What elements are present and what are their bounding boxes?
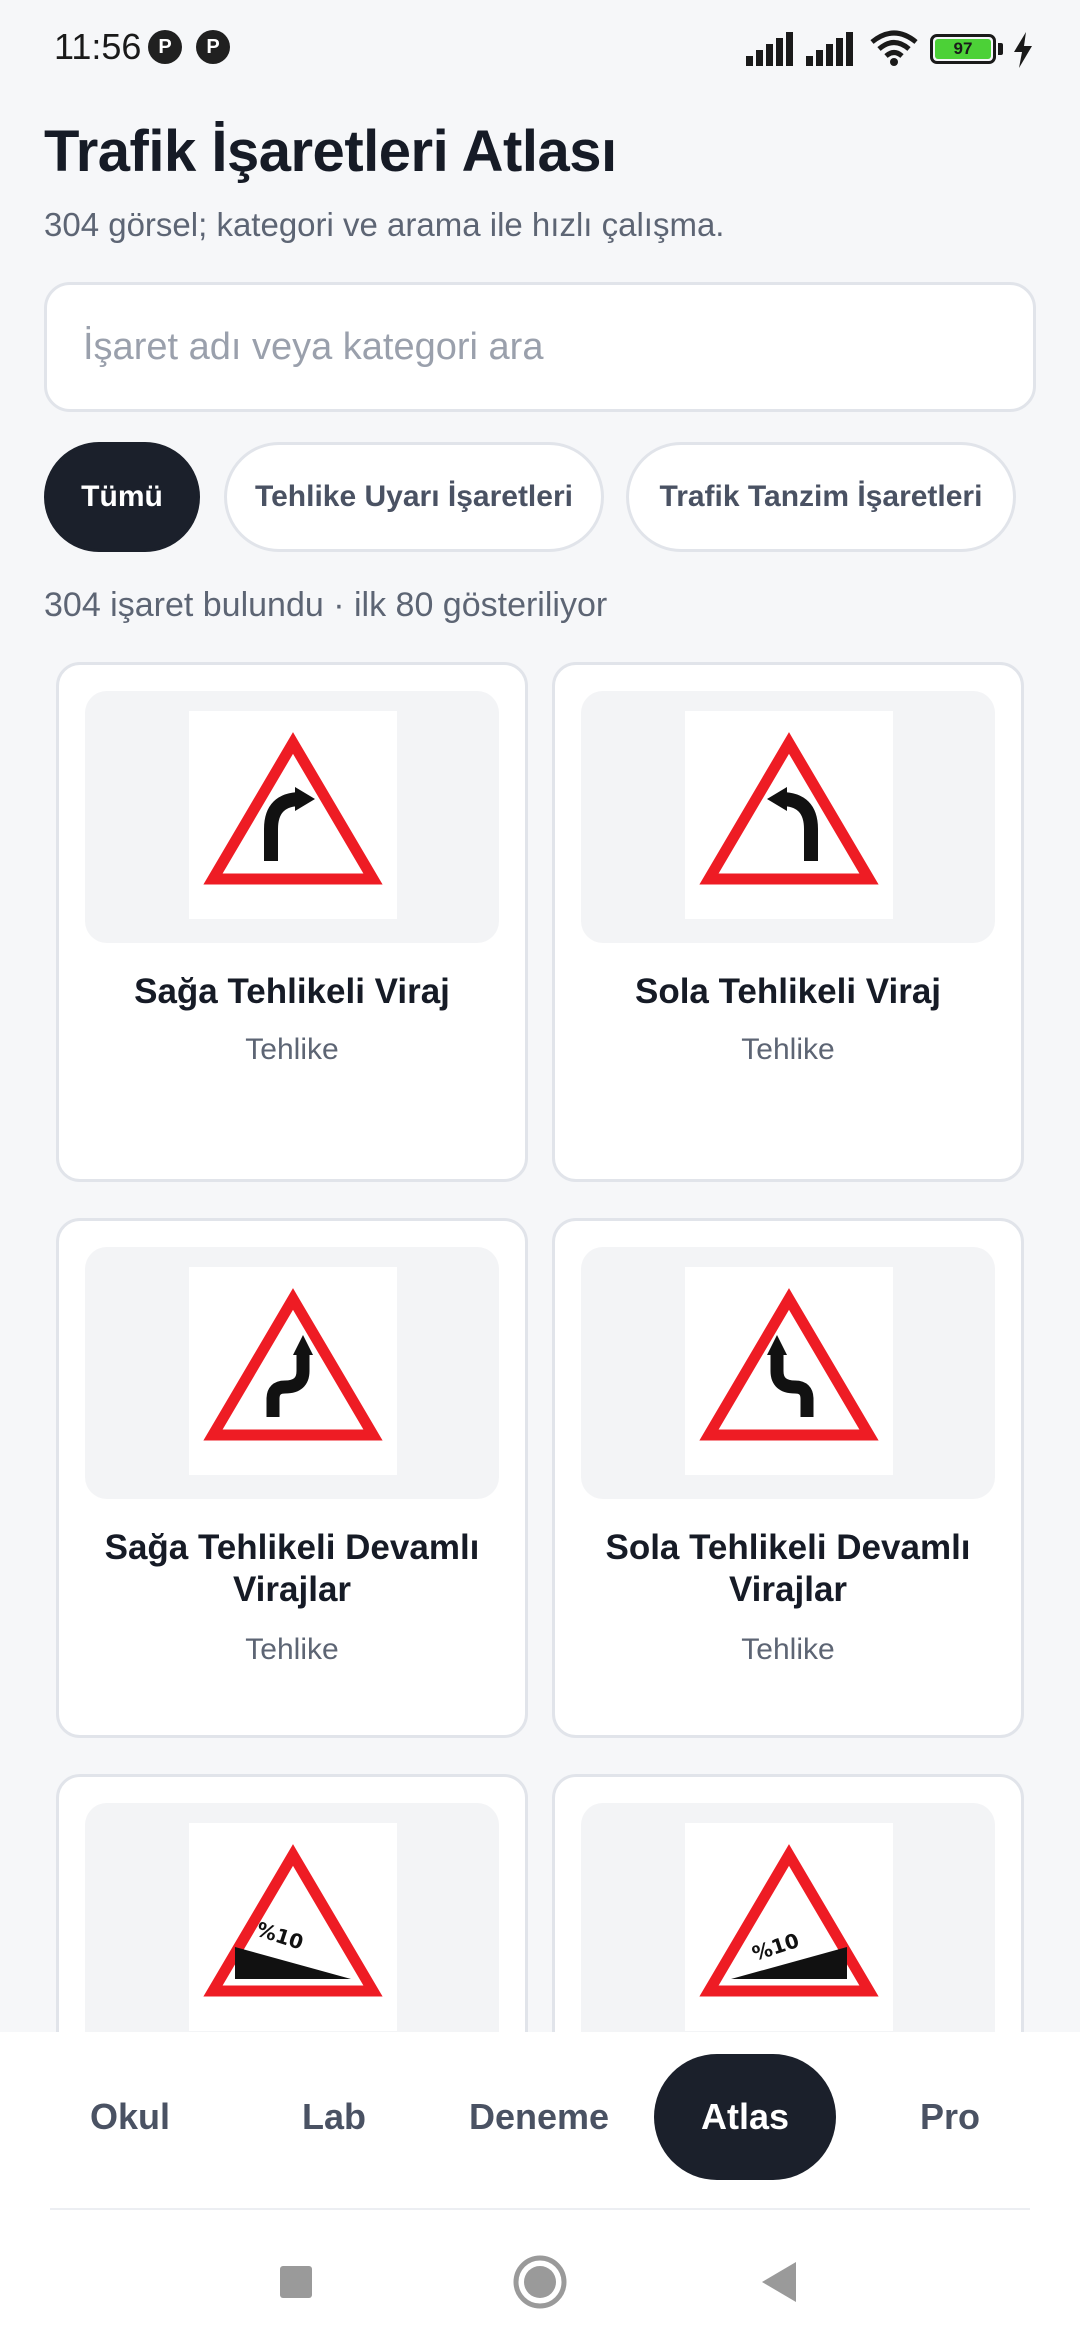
app-notification-icon: P — [196, 30, 230, 64]
tab-pro[interactable]: Pro — [880, 2054, 1020, 2180]
sign-image-frame — [581, 691, 995, 943]
sign-title: Sola Tehlikeli Devamlı Virajlar — [605, 1528, 971, 1609]
app-notification-icon: P — [148, 30, 182, 64]
back-icon[interactable] — [740, 2242, 820, 2322]
sign-grid: Sağa Tehlikeli Viraj Tehlike Sola Tehlik… — [56, 662, 1026, 2032]
sign-card[interactable]: %10 — [552, 1774, 1024, 2032]
tab-okul[interactable]: Okul — [60, 2054, 200, 2180]
sign-image-frame — [581, 1247, 995, 1499]
wifi-icon — [870, 30, 918, 66]
steep-ascent-sign-icon: %10 — [685, 1823, 893, 2031]
chip-hazard-warning[interactable]: Tehlike Uyarı İşaretleri — [224, 442, 604, 552]
tab-lab[interactable]: Lab — [264, 2054, 404, 2180]
bottom-nav: Okul Lab Deneme Atlas Pro — [0, 2032, 1080, 2340]
page-title: Trafik İşaretleri Atlası — [44, 119, 617, 184]
status-icons: 97 — [746, 28, 1036, 68]
sign-card[interactable]: Sola Tehlikeli Devamlı Virajlar Tehlike — [552, 1218, 1024, 1738]
result-count: 304 işaret bulundu · ilk 80 gösteriliyor — [44, 586, 608, 624]
signal-icon — [746, 32, 793, 66]
chip-traffic-regulation[interactable]: Trafik Tanzim İşaretleri — [626, 442, 1016, 552]
status-time: 11:56 — [54, 26, 142, 67]
sign-category: Tehlike — [741, 1033, 835, 1066]
right-curve-sign-icon — [189, 711, 397, 919]
battery-level: 97 — [935, 39, 991, 59]
page-subtitle: 304 görsel; kategori ve arama ile hızlı … — [44, 206, 725, 243]
chip-all[interactable]: Tümü — [44, 442, 200, 552]
tab-deneme[interactable]: Deneme — [454, 2054, 624, 2180]
signal-icon — [806, 32, 853, 66]
sign-image-frame: %10 — [85, 1803, 499, 2032]
charging-icon — [1014, 32, 1032, 68]
home-icon[interactable] — [500, 2242, 580, 2322]
sign-image-frame: %10 — [581, 1803, 995, 2032]
sign-image-frame — [85, 1247, 499, 1499]
sign-category: Tehlike — [245, 1033, 339, 1066]
double-curve-left-sign-icon — [685, 1267, 893, 1475]
sign-category: Tehlike — [741, 1633, 835, 1666]
sign-category: Tehlike — [245, 1633, 339, 1666]
left-curve-sign-icon — [685, 711, 893, 919]
sign-title: Sağa Tehlikeli Viraj — [134, 972, 450, 1011]
double-curve-right-sign-icon — [189, 1267, 397, 1475]
recents-icon[interactable] — [256, 2242, 336, 2322]
sign-card[interactable]: Sağa Tehlikeli Viraj Tehlike — [56, 662, 528, 1182]
sign-card[interactable]: %10 — [56, 1774, 528, 2032]
status-bar: 11:56 P P 97 — [0, 0, 1080, 96]
screen: 11:56 P P 97 Trafik İşaretleri Atlası 30… — [0, 0, 1080, 2340]
steep-descent-sign-icon: %10 — [189, 1823, 397, 2031]
sign-card[interactable]: Sola Tehlikeli Viraj Tehlike — [552, 662, 1024, 1182]
nav-divider — [50, 2208, 1030, 2210]
system-navigation-bar — [0, 2242, 1080, 2332]
tab-atlas[interactable]: Atlas — [654, 2054, 836, 2180]
search-input[interactable] — [47, 285, 1033, 409]
sign-title: Sağa Tehlikeli Devamlı Virajlar — [104, 1528, 480, 1609]
battery-icon: 97 — [930, 34, 996, 64]
search-field[interactable] — [44, 282, 1036, 412]
battery-cap — [998, 43, 1003, 55]
sign-image-frame — [85, 691, 499, 943]
sign-card[interactable]: Sağa Tehlikeli Devamlı Virajlar Tehlike — [56, 1218, 528, 1738]
sign-title: Sola Tehlikeli Viraj — [634, 972, 942, 1011]
